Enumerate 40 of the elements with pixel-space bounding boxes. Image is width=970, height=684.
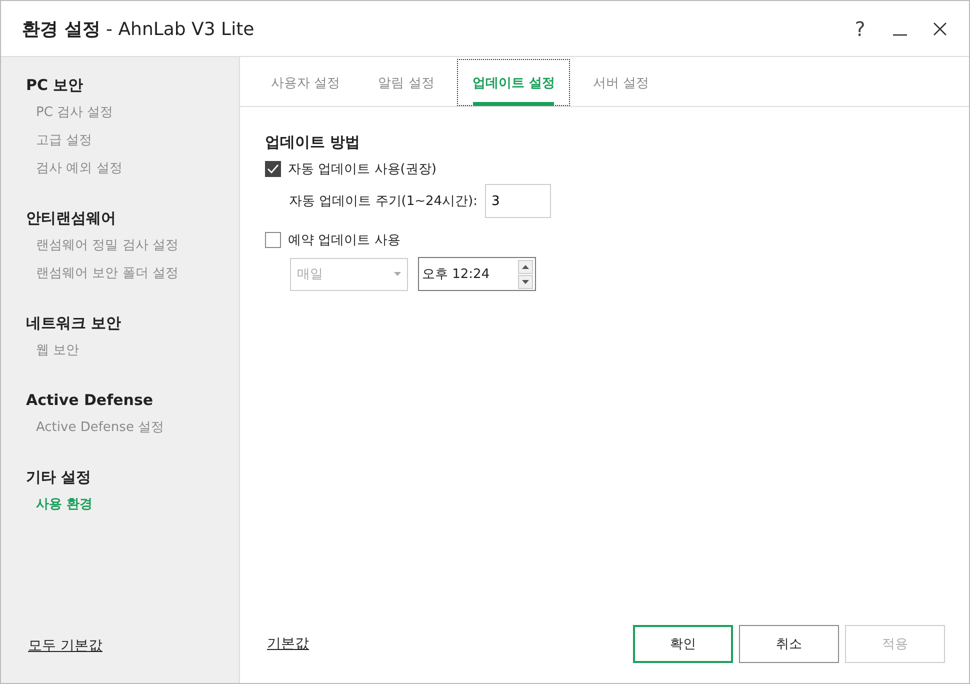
checkbox-label: 자동 업데이트 사용(권장)	[288, 161, 436, 178]
sidebar-item[interactable]: 고급 설정	[26, 127, 239, 155]
checkmark-icon	[267, 164, 279, 174]
interval-label: 자동 업데이트 주기(1~24시간):	[289, 193, 478, 210]
tab[interactable]: 서버 설정	[578, 59, 664, 106]
dialog-button[interactable]: 확인	[633, 625, 733, 663]
spin-down-button[interactable]	[518, 274, 533, 288]
tab[interactable]: 사용자 설정	[256, 59, 356, 106]
sidebar-item[interactable]: PC 검사 설정	[26, 99, 239, 127]
sidebar-item[interactable]: Active Defense 설정	[26, 414, 239, 442]
group-title: 안티랜섬웨어	[26, 208, 117, 228]
sidebar-item[interactable]: 랜섬웨어 정밀 검사 설정	[26, 232, 239, 260]
spin-up-button[interactable]	[518, 260, 533, 274]
tab[interactable]: 업데이트 설정	[457, 59, 570, 106]
checkbox[interactable]	[265, 161, 281, 177]
down-arrow-icon	[522, 280, 529, 284]
time-field[interactable]: 오후 12:24	[418, 257, 536, 291]
interval-field[interactable]: 3	[484, 184, 550, 218]
sidebar-item[interactable]: 사용 환경	[26, 491, 239, 519]
sidebar-item[interactable]: 랜섬웨어 보안 폴더 설정	[26, 260, 239, 288]
up-arrow-icon	[522, 264, 529, 268]
group-title: 네트워크 보안	[26, 313, 122, 333]
dialog-button[interactable]: 취소	[739, 625, 839, 663]
sidebar-item[interactable]: 웹 보안	[26, 337, 239, 365]
minimize-icon	[893, 34, 907, 36]
close-icon	[933, 22, 947, 36]
reset-link[interactable]: 기본값	[267, 635, 309, 653]
caret-icon	[394, 272, 401, 276]
group-title: Active Defense	[26, 390, 154, 410]
window-subtitle: - AhnLab V3 Lite	[105, 18, 254, 40]
group-title: PC 보안	[26, 75, 84, 95]
group-title: 기타 설정	[26, 467, 92, 487]
checkbox[interactable]	[265, 232, 281, 248]
help-button[interactable]: ?	[843, 12, 877, 46]
window-title: 환경 설정	[22, 18, 100, 40]
tab[interactable]: 알림 설정	[363, 59, 450, 106]
sidebar-item[interactable]: 검사 예외 설정	[26, 155, 239, 183]
reset-all-link[interactable]: 모두 기본값	[28, 637, 102, 655]
checkbox-label: 예약 업데이트 사용	[288, 232, 400, 249]
section-title: 업데이트 방법	[265, 133, 362, 152]
